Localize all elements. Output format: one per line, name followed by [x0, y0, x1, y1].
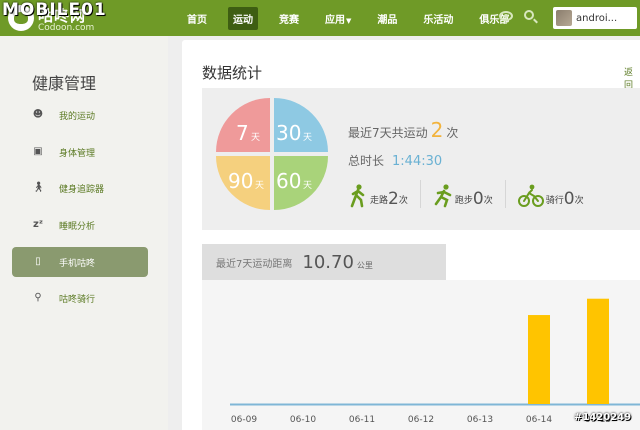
distance-chart-svg: 06-09 06-10 06-11 06-12 06-13 06-14 06-15 — [230, 298, 640, 425]
pie-unit-7: 天 — [251, 133, 260, 143]
sidebar-item-label: 身体管理 — [59, 148, 96, 159]
page-title: 数据统计 — [202, 64, 263, 82]
main-panel: 数据统计 返回 7 天 30 天 90 天 60 天 最近7天共运动 2 次 总… — [182, 40, 640, 430]
avatar — [556, 10, 572, 26]
x-tick-label: 06-11 — [349, 415, 375, 425]
sidebar-title: 健康管理 — [32, 74, 97, 93]
sidebar-item-my-sport[interactable]: ☻ 我的运动 — [12, 100, 148, 130]
cycle-unit: 次 — [574, 196, 584, 206]
phone-icon: ▯ — [35, 256, 41, 267]
smile-icon: ☻ — [32, 109, 44, 120]
scale-icon: ▣ — [33, 146, 43, 157]
sidebar-item-label: 健身追踪器 — [59, 184, 105, 195]
pie-unit-60: 天 — [303, 181, 312, 191]
walk-count: 2 — [388, 189, 399, 209]
sidebar-item-label: 手机咕咚 — [59, 258, 96, 269]
pie-unit-90: 天 — [255, 181, 264, 191]
bike-icon: ⚲ — [34, 292, 42, 303]
activity-run: 跑步 0 次 — [433, 180, 506, 208]
x-tick-label: 06-09 — [231, 415, 257, 425]
chart-bar[interactable] — [528, 315, 550, 404]
activity-cycle: 骑行 0 次 — [517, 180, 596, 209]
duration-value: 1:44:30 — [392, 154, 443, 169]
x-tick-label: 06-14 — [526, 415, 552, 425]
sidebar-item-phone[interactable]: ▯ 手机咕咚 — [12, 247, 148, 277]
nav-race[interactable]: 竞赛 — [274, 7, 304, 30]
sidebar-item-label: 咕咚骑行 — [59, 294, 96, 305]
distance-label: 最近7天运动距离 — [216, 258, 293, 270]
total-sessions-unit: 次 — [446, 126, 459, 140]
watermark-logo: MOBILE01 — [2, 0, 107, 20]
watermark-post-id: #1420249 — [574, 412, 632, 423]
x-tick-label: 06-12 — [408, 415, 434, 425]
cycle-icon — [517, 184, 544, 207]
total-duration: 总时长 1:44:30 — [348, 152, 442, 169]
search-icon[interactable] — [524, 10, 534, 20]
run-count: 0 — [472, 189, 484, 209]
nav-home[interactable]: 首页 — [182, 7, 212, 30]
sidebar-item-cycling[interactable]: ⚲ 咕咚骑行 — [12, 283, 148, 313]
pie-value-7: 7 — [236, 121, 249, 145]
nav-events[interactable]: 乐活动 — [418, 7, 458, 30]
x-tick-label: 06-10 — [290, 415, 316, 425]
walk-unit: 次 — [398, 196, 408, 206]
distance-unit: 公里 — [356, 260, 373, 270]
distance-value: 10.70 — [302, 251, 354, 273]
sidebar-item-label: 睡眠分析 — [59, 221, 96, 232]
user-menu[interactable]: androi... — [553, 7, 637, 29]
nav-sport[interactable]: 运动 — [228, 6, 258, 30]
nav-products[interactable]: 潮品 — [372, 7, 402, 30]
total-sessions-label: 最近7天共运动 — [348, 126, 428, 140]
walk-label: 走路 — [370, 196, 389, 206]
period-pie-selector: 7 天 30 天 90 天 60 天 — [216, 98, 328, 210]
main-nav: 首页 运动 竞赛 应用▼ 潮品 乐活动 俱乐部 — [182, 0, 530, 36]
sidebar-item-body[interactable]: ▣ 身体管理 — [12, 137, 148, 167]
sleep-icon: zᶻ — [33, 219, 43, 230]
run-icon — [434, 184, 452, 208]
pie-value-90: 90 — [228, 169, 253, 193]
run-label: 跑步 — [454, 196, 473, 206]
sidebar: 健康管理 ☻ 我的运动 ▣ 身体管理 🚶︎ 健身追踪器 zᶻ 睡眠分析 ▯ 手机… — [0, 36, 168, 430]
total-sessions: 最近7天共运动 2 次 — [348, 118, 458, 142]
distance-bar-chart: 06-09 06-10 06-11 06-12 06-13 06-14 06-15 — [202, 280, 640, 430]
x-tick-label: 06-13 — [467, 415, 493, 425]
sidebar-item-label: 我的运动 — [59, 111, 96, 122]
pie-unit-30: 天 — [303, 133, 312, 143]
distance-summary: 最近7天运动距离 10.70 公里 — [202, 244, 446, 280]
duration-label: 总时长 — [348, 154, 385, 168]
nav-apps-label: 应用 — [325, 14, 345, 26]
chart-bar[interactable] — [587, 298, 609, 404]
sidebar-item-tracker[interactable]: 🚶︎ 健身追踪器 — [12, 173, 148, 203]
activity-breakdown: 走路 2 次 跑步 0 次 骑行 0 次 — [348, 180, 608, 208]
pie-value-60: 60 — [276, 169, 301, 193]
total-sessions-count: 2 — [430, 118, 444, 142]
walk-icon — [350, 184, 365, 208]
walker-icon: 🚶︎ — [32, 182, 45, 193]
run-unit: 次 — [483, 196, 493, 206]
pie-value-30: 30 — [276, 121, 301, 145]
nav-apps[interactable]: 应用▼ — [320, 7, 356, 30]
sidebar-item-sleep[interactable]: zᶻ 睡眠分析 — [12, 210, 148, 240]
chevron-down-icon: ▼ — [346, 16, 352, 25]
stats-card: 7 天 30 天 90 天 60 天 最近7天共运动 2 次 总时长 1:44:… — [202, 88, 640, 230]
user-name: androi... — [576, 12, 618, 24]
cycle-label: 骑行 — [545, 196, 564, 206]
cycle-count: 0 — [563, 189, 575, 209]
eye-icon[interactable] — [499, 11, 513, 21]
logo-domain: Codoon.com — [38, 23, 95, 33]
activity-walk: 走路 2 次 — [348, 180, 421, 208]
